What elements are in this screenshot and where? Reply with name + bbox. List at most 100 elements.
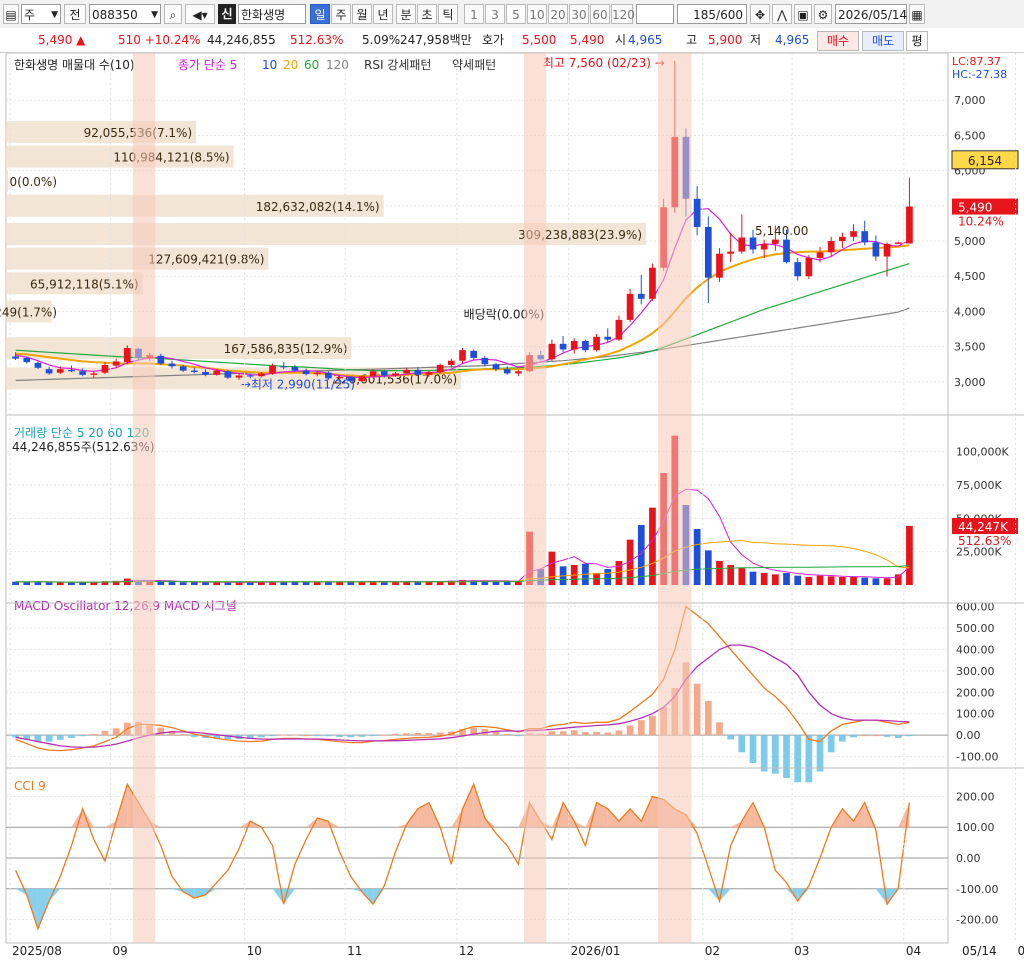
turnover-rate: 5.09% [362, 33, 401, 47]
macd-oscillator-bar [101, 730, 109, 736]
lc-label: LC:87.37 [952, 55, 1001, 68]
y-tick-label: 5,000 [954, 235, 986, 248]
candle-body [436, 364, 444, 372]
ask-price: 5,500 [522, 33, 557, 47]
candle-body [794, 262, 802, 277]
period-tab-tick[interactable]: 틱 [438, 4, 458, 24]
stock-chart[interactable]: 7,0006,5006,0005,5005,0004,5004,0003,500… [0, 53, 1024, 963]
macd-oscillator-bar [425, 733, 433, 736]
search-icon[interactable]: ⌕ [164, 4, 182, 24]
candle-body [593, 336, 600, 351]
volume-bar [191, 582, 198, 585]
price-legend-item: 종가 단순 5 [178, 58, 237, 72]
price-change: 510 +10.24% [118, 33, 201, 47]
price-panel-title: 한화생명 매물대 수(10) [14, 58, 135, 72]
macd-oscillator-bar [503, 734, 511, 736]
market-select[interactable]: 주 ▼ [21, 4, 61, 24]
hc-label: HC:-27.38 [952, 68, 1007, 81]
ma-price-label: 6,154 [968, 154, 1002, 168]
macd-oscillator-bar [515, 735, 522, 737]
macd-oscillator-bar [179, 734, 187, 736]
average-button[interactable]: 평 [906, 31, 928, 51]
last-price-pct: 10.24% [958, 215, 1004, 229]
line-chart-icon[interactable]: ⋀ [772, 4, 792, 24]
interval-5[interactable]: 5 [506, 4, 526, 24]
y-tick-label: 0.00 [956, 852, 981, 865]
candle-body [615, 319, 623, 340]
period-tab-year[interactable]: 년 [373, 4, 393, 24]
interval-3[interactable]: 3 [485, 4, 505, 24]
volume-bar [850, 577, 857, 585]
macd-oscillator-bar [291, 734, 299, 736]
speaker-icon[interactable]: ◀▾ [185, 4, 215, 24]
macd-oscillator-bar [56, 735, 64, 740]
screen-menu-icon[interactable]: ▤ [3, 4, 19, 24]
date-field[interactable]: 2026/05/14 [835, 4, 907, 24]
candle-body [861, 231, 869, 243]
volume-bar [179, 582, 187, 585]
macd-oscillator-bar [380, 734, 388, 736]
candle-body [191, 370, 198, 372]
macd-oscillator-bar [45, 735, 53, 742]
interval-30[interactable]: 30 [569, 4, 589, 24]
period-tab-second[interactable]: 초 [417, 4, 437, 24]
code-input[interactable]: 088350 ▼ [89, 4, 161, 24]
candle-body [570, 341, 578, 350]
current-price: 5,490 ▲ [38, 33, 86, 47]
candle-body [12, 356, 19, 359]
volume-bar [872, 578, 880, 585]
macd-oscillator-bar [302, 735, 310, 737]
candle-body [202, 371, 209, 375]
interval-20[interactable]: 20 [548, 4, 568, 24]
candle-body [403, 369, 410, 374]
candle-body [827, 241, 835, 253]
volume-bar [805, 577, 813, 585]
macd-oscillator-bar [12, 735, 19, 738]
crosshair-icon[interactable]: ✥ [750, 4, 770, 24]
interval-1[interactable]: 1 [464, 4, 484, 24]
credit-badge: 신 [218, 4, 236, 24]
macd-oscillator-bar [626, 725, 634, 736]
period-tab-month[interactable]: 월 [352, 4, 372, 24]
interval-120[interactable]: 120 [611, 4, 635, 24]
stock-name-field[interactable]: 한화생명 [238, 4, 306, 24]
candle-body [280, 366, 288, 368]
x-tick-label: 03 [794, 944, 809, 958]
candle-body [101, 364, 109, 373]
buy-button[interactable]: 매수 [817, 31, 859, 51]
period-tab-week[interactable]: 주 [331, 4, 351, 24]
macd-oscillator-bar [191, 735, 198, 737]
y-tick-label: 200.00 [956, 686, 995, 699]
gear-icon[interactable]: ⚙ [814, 4, 832, 24]
volume-bar [783, 573, 790, 585]
page-count-field[interactable]: 185/600 [677, 4, 747, 24]
sell-button[interactable]: 매도 [862, 31, 904, 51]
volume-profile-label: 127,609,421(9.8%) [148, 253, 264, 267]
candle-body [783, 239, 790, 263]
candle-body [258, 373, 265, 377]
candle-body [425, 371, 433, 375]
code-value: 088350 [92, 8, 138, 22]
prev-button[interactable]: 전 [64, 4, 86, 24]
calendar-icon[interactable]: ▦ [909, 4, 925, 24]
x-tick-label: 05 [1018, 944, 1024, 958]
custom-interval-input[interactable] [636, 4, 674, 24]
interval-10[interactable]: 10 [527, 4, 547, 24]
period-tab-minute[interactable]: 분 [396, 4, 416, 24]
candle-body [738, 237, 746, 252]
y-tick-label: 200.00 [956, 790, 995, 803]
macd-oscillator-bar [827, 735, 835, 753]
period-tab-day[interactable]: 일 [310, 4, 330, 24]
y-tick-label: 400.00 [956, 643, 995, 656]
candle-body [626, 293, 634, 320]
interval-60[interactable]: 60 [590, 4, 610, 24]
macd-oscillator-bar [280, 734, 288, 736]
volume-bar [861, 577, 869, 585]
y-tick-label: 100.00 [956, 708, 995, 721]
y-tick-label: 100,000K [956, 446, 1009, 459]
low-annotation: →최저 2,990(11/25) [241, 378, 355, 392]
macd-oscillator-bar [582, 732, 589, 736]
save-icon[interactable]: ▣ [794, 4, 812, 24]
candle-body [649, 267, 656, 299]
macd-oscillator-bar [570, 730, 578, 736]
